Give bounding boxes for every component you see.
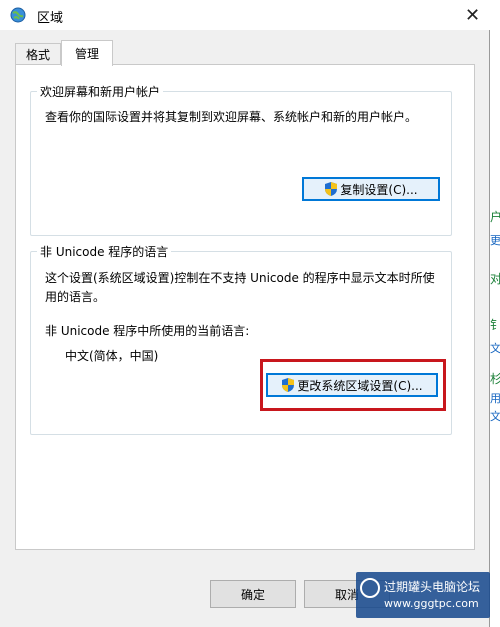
title-bar: 区域 ✕ (0, 0, 490, 30)
watermark-line2: www.gggtpc.com (384, 597, 479, 610)
button-label: 复制设置(C)... (340, 182, 418, 197)
copy-settings-button[interactable]: 复制设置(C)... (302, 177, 440, 201)
unicode-description-line2: 用的语言。 (45, 290, 106, 304)
bg-fragment: 钅 (490, 318, 500, 332)
bg-fragment: 更 (490, 234, 500, 247)
ok-button[interactable]: 确定 (210, 580, 296, 608)
watermark: 过期罐头电脑论坛 www.gggtpc.com (356, 572, 490, 618)
close-icon: ✕ (464, 4, 481, 26)
globe-icon (10, 7, 26, 23)
shield-icon (325, 182, 338, 196)
bg-fragment: 用 (490, 392, 500, 405)
tab-label: 管理 (74, 47, 99, 61)
tab-format[interactable]: 格式 (15, 43, 61, 65)
group-legend: 欢迎屏幕和新用户帐户 (37, 83, 164, 100)
bg-fragment: 对 (490, 272, 500, 286)
bg-fragment: 文 (490, 342, 500, 355)
watermark-logo-icon (360, 578, 380, 598)
tab-administrative[interactable]: 管理 (61, 40, 113, 66)
annotation-highlight-box (260, 359, 446, 411)
unicode-description-line1: 这个设置(系统区域设置)控制在不支持 Unicode 的程序中显示文本时所使 (45, 271, 435, 285)
bg-fragment: 杉 (490, 372, 500, 386)
window-title: 区域 (37, 11, 64, 26)
close-button[interactable]: ✕ (455, 0, 490, 30)
tab-panel: 欢迎屏幕和新用户帐户 查看你的国际设置并将其复制到欢迎屏幕、系统帐户和新的用户帐… (15, 64, 475, 550)
bg-fragment: 户 (490, 210, 500, 224)
watermark-line1: 过期罐头电脑论坛 (384, 580, 481, 594)
bg-fragment: 文 (490, 410, 500, 423)
button-label: 确定 (240, 587, 265, 602)
current-language-value: 中文(简体，中国) (65, 349, 159, 363)
tab-label: 格式 (25, 48, 50, 62)
group-legend: 非 Unicode 程序的语言 (37, 243, 172, 260)
region-dialog: 区域 ✕ 格式 管理 欢迎屏幕和新用户帐户 查看你的国际设置并将其复制到欢迎屏幕… (0, 0, 490, 627)
welcome-description: 查看你的国际设置并将其复制到欢迎屏幕、系统帐户和新的用户帐户。 (45, 110, 418, 124)
current-language-label: 非 Unicode 程序中所使用的当前语言: (45, 324, 250, 338)
welcome-screen-group: 欢迎屏幕和新用户帐户 查看你的国际设置并将其复制到欢迎屏幕、系统帐户和新的用户帐… (30, 83, 452, 236)
